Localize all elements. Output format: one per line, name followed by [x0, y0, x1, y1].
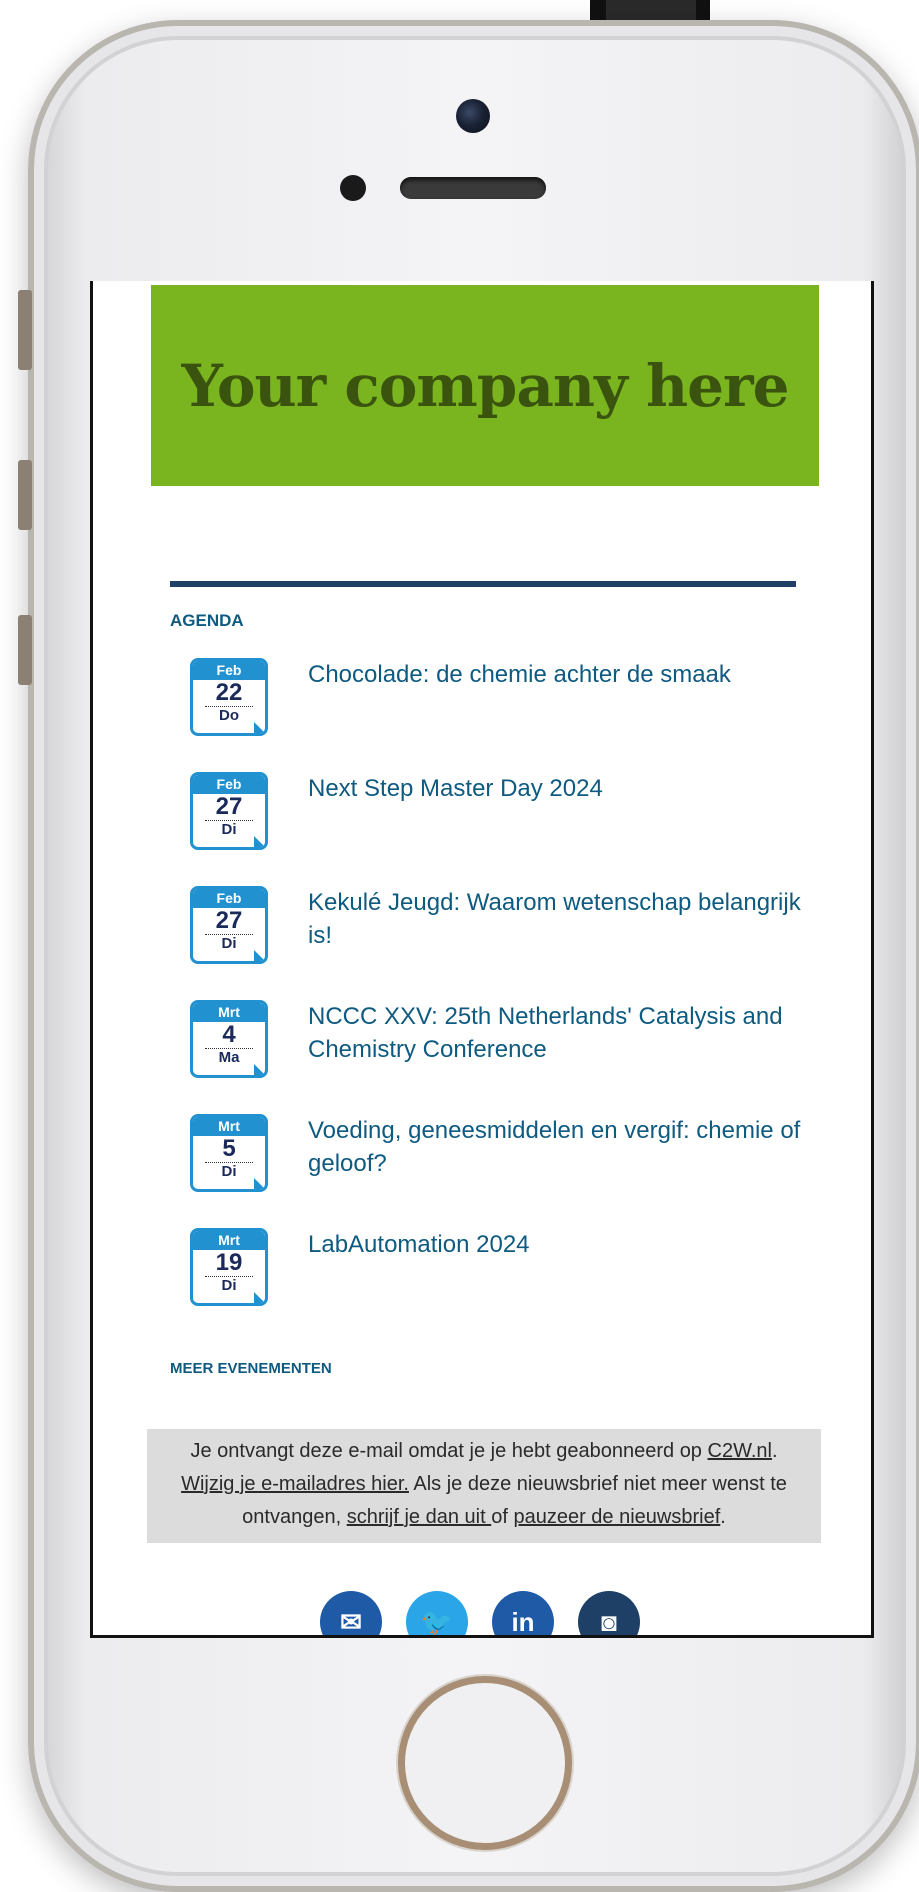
notice-text: . — [771, 1440, 778, 1462]
calendar-day: 19 — [215, 1249, 243, 1276]
event-item[interactable]: Feb 22 Do Chocolade: de chemie achter de… — [190, 658, 810, 748]
calendar-icon: Feb 22 Do — [190, 658, 268, 736]
twitter-icon[interactable]: 🐦 — [406, 1591, 468, 1635]
volume-up-button — [18, 460, 32, 530]
event-link[interactable]: NCCC XXV: 25th Netherlands' Catalysis an… — [308, 1000, 808, 1066]
front-camera — [456, 99, 490, 133]
agenda-title: AGENDA — [170, 611, 244, 630]
mail-icon[interactable]: ✉ — [320, 1591, 382, 1635]
linkedin-icon[interactable]: in — [492, 1591, 554, 1635]
home-button[interactable] — [398, 1676, 572, 1850]
event-item[interactable]: Feb 27 Di Kekulé Jeugd: Waarom wetenscha… — [190, 886, 810, 976]
instagram-icon[interactable]: ◙ — [578, 1591, 640, 1635]
subscription-notice: Je ontvangt deze e-mail omdat je je hebt… — [147, 1429, 821, 1543]
calendar-icon: Mrt 5 Di — [190, 1114, 268, 1192]
calendar-day: 22 — [215, 679, 243, 706]
calendar-month: Feb — [193, 775, 265, 794]
calendar-month: Feb — [193, 889, 265, 908]
calendar-month: Mrt — [193, 1231, 265, 1250]
event-link[interactable]: LabAutomation 2024 — [308, 1228, 808, 1261]
calendar-day: 27 — [215, 907, 243, 934]
earpiece-speaker — [400, 177, 546, 199]
calendar-day: 4 — [222, 1021, 236, 1048]
change-email-link[interactable]: Wijzig je e-mailadres hier. — [181, 1473, 409, 1495]
calendar-month: Mrt — [193, 1003, 265, 1022]
event-item[interactable]: Mrt 5 Di Voeding, geneesmiddelen en verg… — [190, 1114, 810, 1204]
calendar-month: Feb — [193, 661, 265, 680]
calendar-day: 5 — [222, 1135, 236, 1162]
section-divider — [170, 581, 796, 587]
notice-text: Je ontvangt deze e-mail omdat je je hebt… — [190, 1440, 708, 1462]
calendar-icon: Feb 27 Di — [190, 772, 268, 850]
calendar-day: 27 — [215, 793, 243, 820]
volume-down-button — [18, 615, 32, 685]
calendar-icon: Mrt 19 Di — [190, 1228, 268, 1306]
site-link[interactable]: C2W.nl — [708, 1440, 772, 1462]
notice-text: . — [720, 1506, 726, 1528]
pause-newsletter-link[interactable]: pauzeer de nieuwsbrief — [513, 1506, 720, 1528]
event-item[interactable]: Feb 27 Di Next Step Master Day 2024 — [190, 772, 810, 862]
event-link[interactable]: Kekulé Jeugd: Waarom wetenschap belangri… — [308, 886, 808, 952]
top-cable-inner — [606, 0, 696, 22]
event-link[interactable]: Chocolade: de chemie achter de smaak — [308, 658, 808, 691]
event-link[interactable]: Voeding, geneesmiddelen en vergif: chemi… — [308, 1114, 808, 1180]
calendar-icon: Feb 27 Di — [190, 886, 268, 964]
calendar-icon: Mrt 4 Ma — [190, 1000, 268, 1078]
more-events-link[interactable]: MEER EVENEMENTEN — [170, 1360, 332, 1377]
notice-text: of — [491, 1506, 514, 1528]
proximity-sensor — [340, 175, 366, 201]
phone-screen: Your company here AGENDA Feb 22 Do Choco… — [90, 281, 874, 1638]
event-item[interactable]: Mrt 19 Di LabAutomation 2024 — [190, 1228, 810, 1318]
event-link[interactable]: Next Step Master Day 2024 — [308, 772, 808, 805]
calendar-month: Mrt — [193, 1117, 265, 1136]
company-banner[interactable]: Your company here — [151, 285, 819, 486]
event-item[interactable]: Mrt 4 Ma NCCC XXV: 25th Netherlands' Cat… — [190, 1000, 810, 1090]
unsubscribe-link[interactable]: schrijf je dan uit — [347, 1506, 492, 1528]
banner-text: Your company here — [181, 351, 789, 420]
mute-switch — [18, 290, 32, 370]
